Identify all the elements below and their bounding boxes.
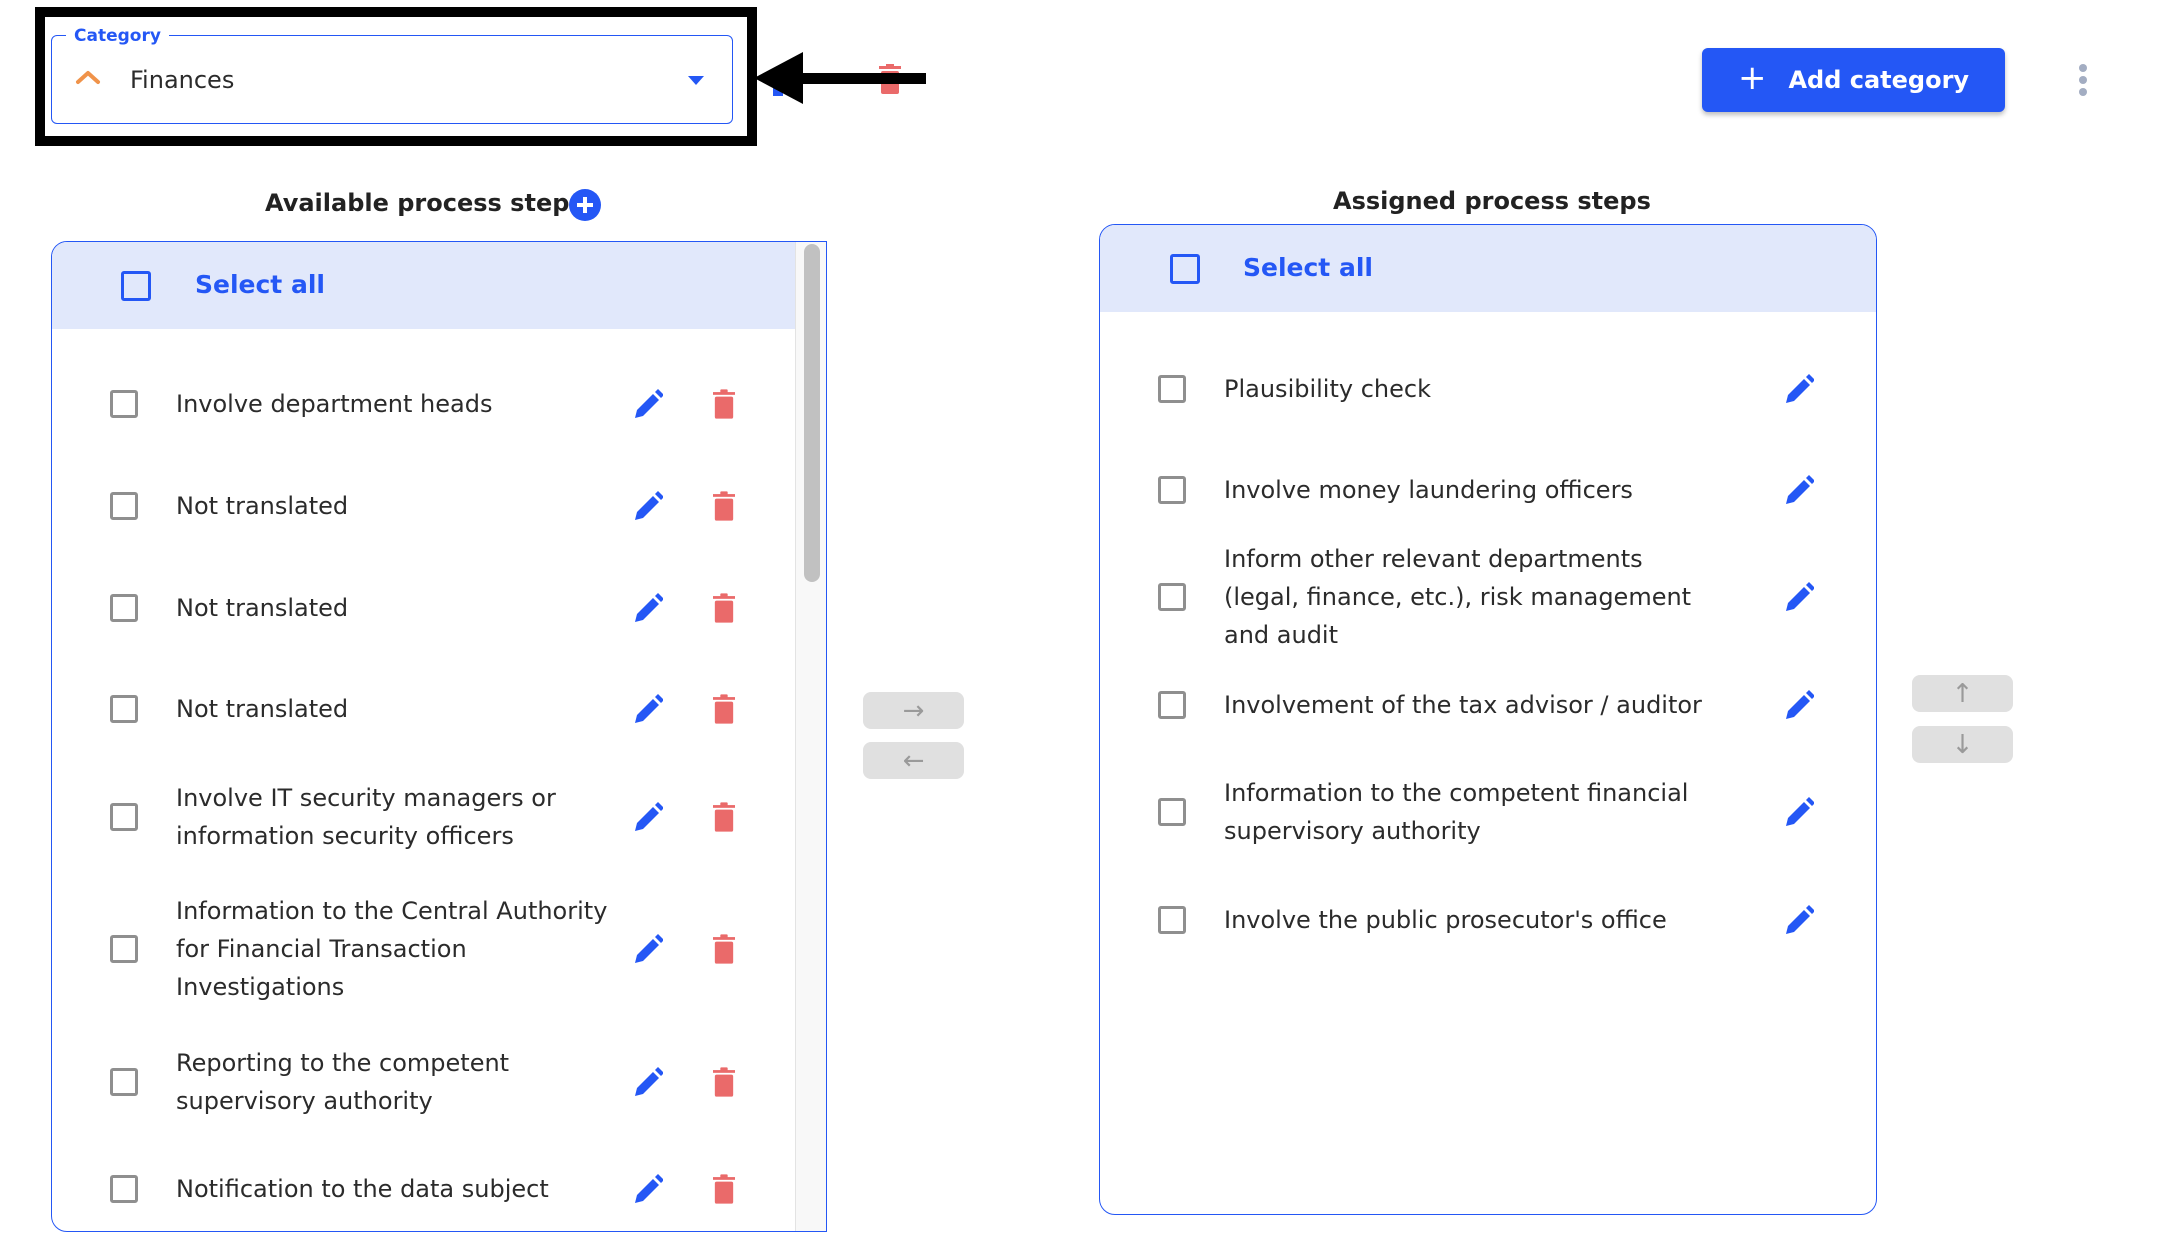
assigned-select-all-label[interactable]: Select all [1243,252,1373,284]
edit-icon[interactable] [1784,581,1815,613]
item-label: Inform other relevant departments (legal… [1224,545,1692,649]
item-label: Plausibility check [1224,375,1431,403]
move-up-button[interactable]: ↑ [1912,675,2013,712]
edit-icon[interactable] [633,388,664,420]
assigned-select-all-checkbox[interactable] [1170,254,1200,284]
assigned-title: Assigned process steps [1333,187,1651,215]
item-label: Involve department heads [176,390,493,418]
available-select-all-checkbox[interactable] [121,271,151,301]
item-checkbox[interactable] [110,695,138,723]
dropdown-caret-icon[interactable] [688,76,704,85]
edit-icon[interactable] [1784,689,1815,721]
edit-icon[interactable] [633,693,664,725]
available-scrollbar[interactable] [795,242,826,1231]
scrollbar-thumb[interactable] [804,244,820,582]
edit-icon[interactable] [633,592,664,624]
available-list: Select all Involve department heads Not t… [51,241,827,1232]
item-label: Not translated [176,594,349,622]
item-checkbox[interactable] [110,1068,138,1096]
kebab-dot [2079,88,2087,96]
available-select-all-row: Select all [52,242,796,329]
kebab-dot [2079,76,2087,84]
item-checkbox[interactable] [1158,798,1186,826]
item-checkbox[interactable] [110,390,138,418]
edit-icon[interactable] [633,1066,664,1098]
move-right-button[interactable]: → [863,692,964,729]
delete-icon[interactable] [713,491,743,523]
item-label: Involvement of the tax advisor / auditor [1224,691,1702,719]
item-label: Involve IT security managers or informat… [176,784,556,850]
item-label: Information to the competent financial s… [1224,779,1689,845]
category-label: Category [66,25,169,47]
item-checkbox[interactable] [110,803,138,831]
item-checkbox[interactable] [1158,691,1186,719]
item-checkbox[interactable] [110,935,138,963]
edit-icon[interactable] [1784,796,1815,828]
available-select-all-label[interactable]: Select all [195,269,325,301]
edit-icon[interactable] [633,801,664,833]
item-label: Not translated [176,695,349,723]
more-menu-button[interactable] [2076,64,2090,96]
edit-icon[interactable] [1784,474,1815,506]
delete-icon[interactable] [713,694,743,726]
delete-icon[interactable] [713,1067,743,1099]
edit-icon[interactable] [633,933,664,965]
item-label: Information to the Central Authority for… [176,897,608,1001]
item-checkbox[interactable] [1158,906,1186,934]
add-category-button[interactable]: + Add category [1702,48,2005,112]
item-checkbox[interactable] [110,492,138,520]
category-value[interactable]: Finances [130,64,234,96]
edit-icon[interactable] [633,1173,664,1205]
add-category-label: Add category [1788,66,1970,94]
item-checkbox[interactable] [1158,375,1186,403]
delete-icon[interactable] [713,802,743,834]
available-title: Available process steps [265,189,584,217]
assigned-select-all-row: Select all [1100,225,1876,312]
item-label: Not translated [176,492,349,520]
edit-icon[interactable] [1784,904,1815,936]
plus-circle-icon [577,197,593,213]
delete-icon[interactable] [713,593,743,625]
item-checkbox[interactable] [1158,476,1186,504]
item-label: Notification to the data subject [176,1175,549,1203]
add-process-step-button[interactable] [569,189,601,221]
assigned-list: Select all Plausibility check Involve mon… [1099,224,1877,1215]
chevron-up-icon [76,71,100,84]
more-vert-icon [2079,64,2087,72]
item-checkbox[interactable] [110,594,138,622]
item-label: Involve the public prosecutor's office [1224,906,1667,934]
item-checkbox[interactable] [1158,583,1186,611]
plus-icon: + [1737,58,1767,98]
edit-icon[interactable] [633,490,664,522]
edit-icon[interactable] [1784,373,1815,405]
delete-icon[interactable] [713,1174,743,1206]
delete-icon[interactable] [713,389,743,421]
move-left-button[interactable]: ← [863,742,964,779]
item-label: Involve money laundering officers [1224,476,1633,504]
delete-icon[interactable] [713,934,743,966]
annotation-arrow-icon [754,52,926,104]
item-checkbox[interactable] [110,1175,138,1203]
move-down-button[interactable]: ↓ [1912,726,2013,763]
item-label: Reporting to the competent supervisory a… [176,1049,510,1115]
